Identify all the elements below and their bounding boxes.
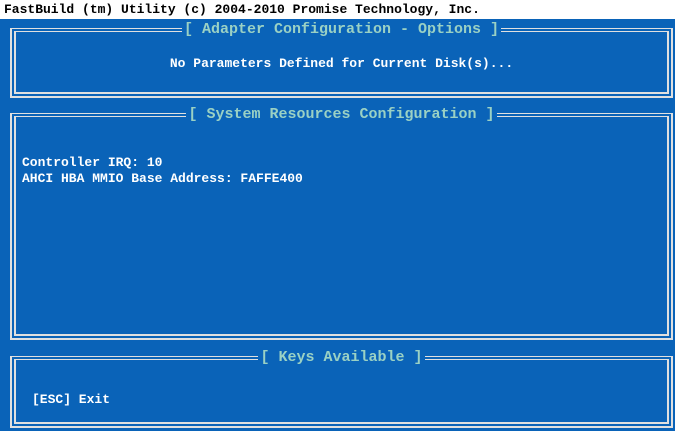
keys-available-panel: [ Keys Available ] [ESC] Exit xyxy=(10,349,673,428)
adapter-configuration-panel: [ Adapter Configuration - Options ] No P… xyxy=(10,21,673,98)
esc-exit-key[interactable]: [ESC] Exit xyxy=(32,392,110,407)
resources-panel-title: [ System Resources Configuration ] xyxy=(186,106,497,123)
keys-panel-title: [ Keys Available ] xyxy=(258,349,425,366)
mmio-base-address-line: AHCI HBA MMIO Base Address: FAFFE400 xyxy=(22,171,303,186)
no-parameters-message: No Parameters Defined for Current Disk(s… xyxy=(169,56,514,71)
controller-irq-line: Controller IRQ: 10 xyxy=(22,155,163,170)
title-bar: FastBuild (tm) Utility (c) 2004-2010 Pro… xyxy=(0,0,675,19)
system-resources-panel: [ System Resources Configuration ] Contr… xyxy=(10,106,673,340)
adapter-panel-title: [ Adapter Configuration - Options ] xyxy=(181,21,502,38)
